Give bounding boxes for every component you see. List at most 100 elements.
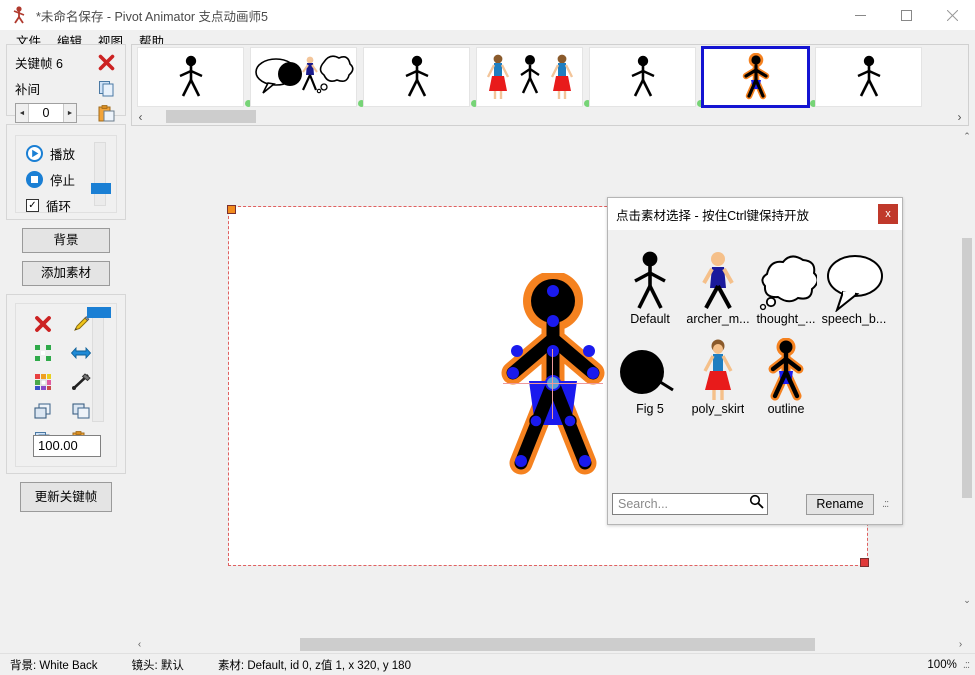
- sprite-item-archer[interactable]: archer_m...: [684, 238, 752, 326]
- send-to-back-icon[interactable]: [28, 399, 58, 423]
- app-icon-stickman-icon: [8, 4, 30, 26]
- hscroll-right-arrow[interactable]: ›: [952, 639, 969, 650]
- close-button[interactable]: [929, 0, 975, 30]
- sprite-search-input[interactable]: Search...: [612, 493, 768, 515]
- frame-thumbnail-4[interactable]: [475, 46, 584, 108]
- loop-label: 循环: [46, 196, 71, 215]
- copy-keyframe-icon[interactable]: [95, 77, 117, 99]
- pivot-crosshair-horizontal: [503, 383, 603, 384]
- status-zoom-level: 100%: [927, 659, 956, 671]
- rename-sprite-button[interactable]: Rename: [806, 494, 874, 515]
- playback-panel: 播放 停止 ✓ 循环: [6, 124, 126, 220]
- vertical-scroll-thumb[interactable]: [962, 238, 972, 498]
- speed-slider-knob[interactable]: [91, 183, 111, 194]
- search-placeholder: Search...: [618, 497, 749, 511]
- selected-figure-outline[interactable]: [491, 273, 615, 495]
- frame-strip-scrollbar[interactable]: ‹ ›: [132, 108, 968, 125]
- dialog-close-button[interactable]: x: [878, 204, 898, 224]
- frame-thumbnail-6-selected[interactable]: [701, 46, 810, 108]
- sprite-thumb-poly-skirt: [694, 336, 742, 402]
- status-sprite-info: 素材: Default, id 0, z值 1, x 320, y 180: [218, 657, 411, 673]
- pivot-animator-window: *未命名保存 - Pivot Animator 支点动画师5 文件 编辑 视图 …: [0, 0, 975, 675]
- sprite-label: Fig 5: [636, 402, 664, 416]
- sprite-label: outline: [768, 402, 805, 416]
- resize-figure-icon[interactable]: [28, 341, 58, 365]
- dialog-footer: Search... Rename .::: [608, 484, 902, 524]
- frame-scroll-thumb[interactable]: [166, 110, 256, 123]
- sprite-label: Default: [630, 312, 670, 326]
- background-button[interactable]: 背景: [22, 228, 110, 253]
- horizontal-scroll-thumb[interactable]: [300, 638, 815, 651]
- figure-scale-slider[interactable]: [92, 314, 104, 422]
- canvas-horizontal-scrollbar[interactable]: ‹ ›: [131, 636, 969, 653]
- frame-thumbnail-2[interactable]: [249, 46, 358, 108]
- scale-slider-knob[interactable]: [87, 307, 111, 318]
- minimize-button[interactable]: [837, 0, 883, 30]
- sprite-thumb-default: [626, 246, 674, 312]
- dialog-resize-grip-icon[interactable]: .::: [882, 498, 888, 510]
- frame-timeline[interactable]: ‹ ›: [131, 44, 969, 126]
- scroll-up-arrow[interactable]: ⌃: [959, 128, 975, 144]
- play-circle-icon: [26, 145, 43, 162]
- title-bar: *未命名保存 - Pivot Animator 支点动画师5: [0, 0, 975, 30]
- tween-value[interactable]: 0: [29, 104, 63, 122]
- tween-stepper[interactable]: ◄ 0 ►: [15, 103, 77, 123]
- sprite-item-outline[interactable]: outline: [752, 328, 820, 416]
- window-title: *未命名保存 - Pivot Animator 支点动画师5: [36, 6, 268, 25]
- stop-label: 停止: [50, 170, 75, 189]
- canvas-handle-bottom-right[interactable]: [860, 558, 869, 567]
- sprite-label: speech_b...: [822, 312, 887, 326]
- hscroll-track[interactable]: [148, 636, 952, 653]
- frame-list: [132, 46, 923, 110]
- loop-checkbox[interactable]: ✓: [26, 199, 39, 212]
- sprite-thumb-fig5: [619, 336, 681, 402]
- status-bar: 背景: White Back 镜头: 默认 素材: Default, id 0,…: [0, 653, 975, 675]
- frame-thumbnail-3[interactable]: [362, 46, 471, 108]
- delete-figure-icon[interactable]: [28, 312, 58, 336]
- tween-increase-button[interactable]: ►: [63, 104, 76, 122]
- hscroll-left-arrow[interactable]: ‹: [131, 639, 148, 650]
- status-camera: 镜头: 默认: [132, 657, 184, 673]
- frame-thumbnail-5[interactable]: [588, 46, 697, 108]
- window-resize-grip-icon[interactable]: .::: [963, 659, 969, 671]
- sprite-thumb-archer: [694, 246, 742, 312]
- sprite-label: poly_skirt: [692, 402, 745, 416]
- frame-scroll-left-arrow[interactable]: ‹: [132, 108, 149, 125]
- animation-speed-slider[interactable]: [94, 142, 106, 206]
- delete-keyframe-red-x-icon[interactable]: [95, 51, 117, 73]
- add-sprite-button[interactable]: 添加素材: [22, 261, 110, 286]
- frame-scroll-track[interactable]: [149, 108, 951, 125]
- tween-decrease-button[interactable]: ◄: [16, 104, 29, 122]
- frame-scroll-right-arrow[interactable]: ›: [951, 108, 968, 125]
- sprite-chooser-dialog[interactable]: 点击素材选择 - 按住Ctrl键保持开放 x: [607, 197, 903, 525]
- scale-value-input[interactable]: 100.00: [33, 435, 101, 457]
- update-keyframe-button[interactable]: 更新关键帧: [20, 482, 112, 512]
- dialog-title-bar[interactable]: 点击素材选择 - 按住Ctrl键保持开放 x: [608, 198, 902, 230]
- sprite-thumb-speech-bubble: [823, 246, 885, 312]
- tween-label: 补间: [15, 79, 40, 98]
- color-figure-icon[interactable]: [28, 370, 58, 394]
- keyframe-panel: 关键帧 6 补间 ◄: [6, 44, 126, 116]
- sprite-label: archer_m...: [686, 312, 749, 326]
- sprite-item-speech[interactable]: speech_b...: [820, 238, 888, 326]
- stop-circle-icon: [26, 171, 43, 188]
- magnifier-icon[interactable]: [749, 494, 764, 514]
- sprite-thumb-outline: [762, 336, 810, 402]
- frame-thumbnail-1[interactable]: [136, 46, 245, 108]
- dialog-title: 点击素材选择 - 按住Ctrl键保持开放: [616, 205, 809, 224]
- sprite-item-default[interactable]: Default: [616, 238, 684, 326]
- left-toolbar-column: 关键帧 6 补间 ◄: [6, 44, 126, 512]
- paste-keyframe-icon[interactable]: [95, 102, 117, 124]
- sprite-thumb-thought-bubble: [755, 246, 817, 312]
- status-background: 背景: White Back: [10, 657, 98, 673]
- figure-tools-panel: 100.00: [6, 294, 126, 474]
- sprite-item-fig5[interactable]: Fig 5: [616, 328, 684, 416]
- sprite-item-thought[interactable]: thought_...: [752, 238, 820, 326]
- frame-thumbnail-7[interactable]: [814, 46, 923, 108]
- keyframe-title: 关键帧 6: [15, 53, 63, 72]
- sprite-item-poly-skirt[interactable]: poly_skirt: [684, 328, 752, 416]
- canvas-vertical-scrollbar[interactable]: ⌃ ⌄: [959, 128, 975, 608]
- scroll-down-arrow[interactable]: ⌄: [959, 592, 975, 608]
- canvas-handle-top-left[interactable]: [227, 205, 236, 214]
- maximize-button[interactable]: [883, 0, 929, 30]
